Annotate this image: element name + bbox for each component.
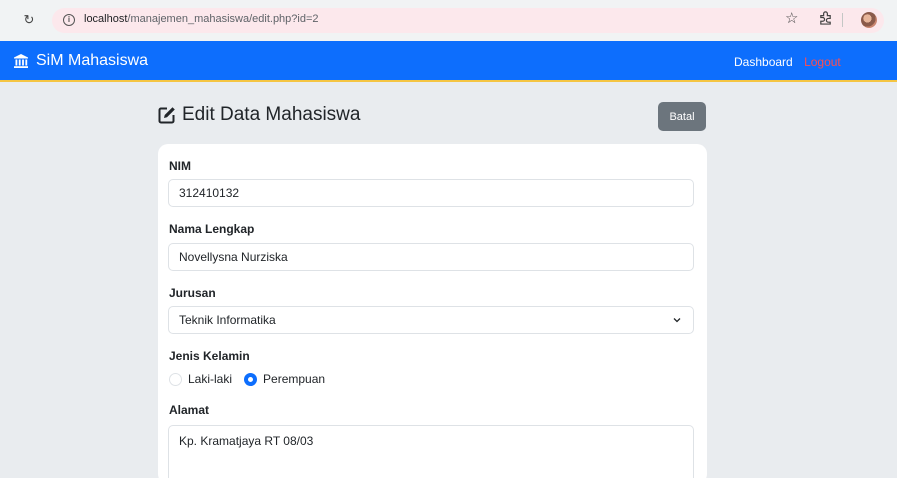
- extensions-icon[interactable]: [818, 10, 833, 30]
- nama-value: Novellysna Nurziska: [179, 250, 288, 264]
- nav-logout-link[interactable]: Logout: [804, 55, 841, 69]
- brand-text: SiM Mahasiswa: [36, 52, 149, 69]
- nim-field[interactable]: 312410132: [168, 179, 694, 207]
- main-content: Edit Data Mahasiswa Batal NIM 312410132 …: [0, 84, 897, 478]
- url-text[interactable]: localhost/manajemen_mahasiswa/edit.php?i…: [84, 13, 319, 25]
- page-title: Edit Data Mahasiswa: [182, 104, 361, 125]
- app-navbar: SiM Mahasiswa Dashboard Logout: [0, 41, 897, 82]
- alamat-label: Alamat: [169, 403, 210, 417]
- browser-toolbar: ↻ i localhost/manajemen_mahasiswa/edit.p…: [0, 0, 897, 41]
- radio-perempuan[interactable]: [244, 372, 258, 386]
- url-path: /manajemen_mahasiswa/edit.php?id=2: [127, 13, 319, 25]
- radio-perempuan-label[interactable]: Perempuan: [263, 372, 325, 386]
- url-host: localhost: [84, 13, 128, 25]
- site-info-icon[interactable]: i: [63, 14, 75, 26]
- navbar-brand[interactable]: SiM Mahasiswa: [13, 52, 148, 70]
- nim-label: NIM: [169, 159, 191, 173]
- edit-form-card: NIM 312410132 Nama Lengkap Novellysna Nu…: [158, 144, 707, 478]
- nav-links: Dashboard Logout: [734, 55, 841, 69]
- nama-field[interactable]: Novellysna Nurziska: [168, 243, 694, 271]
- page-header: Edit Data Mahasiswa: [158, 104, 360, 126]
- alamat-textarea[interactable]: Kp. Kramatjaya RT 08/03: [168, 425, 694, 478]
- cancel-button[interactable]: Batal: [658, 102, 706, 131]
- jurusan-select[interactable]: Teknik Informatika: [168, 306, 694, 334]
- profile-avatar[interactable]: [861, 12, 877, 28]
- jurusan-label: Jurusan: [169, 286, 216, 300]
- bookmark-star-icon[interactable]: ☆: [785, 11, 798, 27]
- gender-label: Jenis Kelamin: [169, 349, 250, 363]
- radio-laki-laki-label[interactable]: Laki-laki: [188, 372, 232, 386]
- gender-radio-group: Laki-laki Perempuan: [169, 372, 337, 386]
- alamat-value: Kp. Kramatjaya RT 08/03: [179, 434, 314, 448]
- university-icon: [14, 54, 28, 68]
- nim-value: 312410132: [179, 186, 240, 200]
- chevron-down-icon: [673, 318, 681, 323]
- nav-dashboard-link[interactable]: Dashboard: [734, 55, 793, 69]
- edit-icon: [158, 107, 175, 124]
- reload-icon[interactable]: ↻: [22, 13, 36, 27]
- toolbar-divider: [842, 13, 843, 27]
- nama-label: Nama Lengkap: [169, 222, 255, 236]
- jurusan-value: Teknik Informatika: [179, 313, 276, 327]
- radio-laki-laki[interactable]: [169, 372, 182, 386]
